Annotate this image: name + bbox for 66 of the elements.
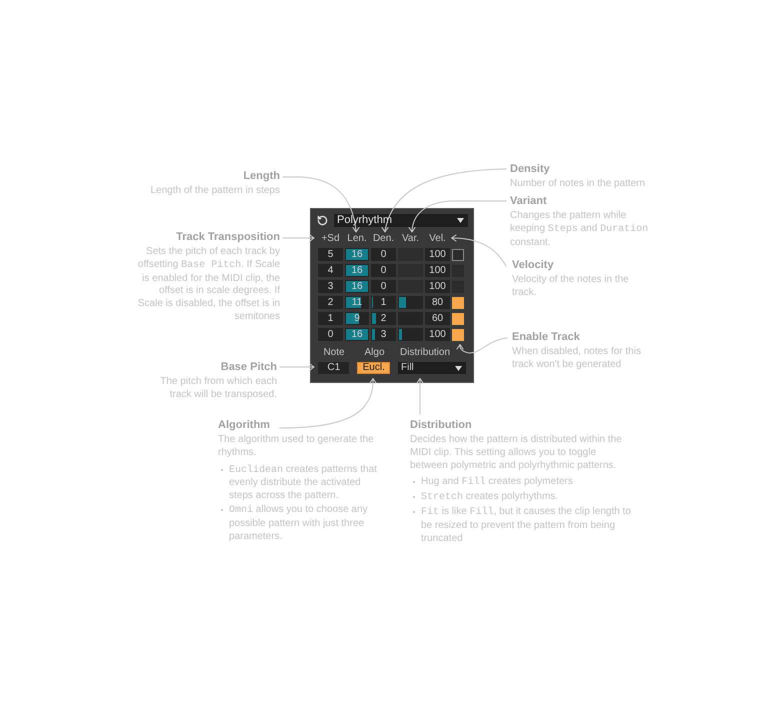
annotation-text: Changes the pattern while keeping Steps and Duration constant.	[510, 210, 650, 250]
annotation-text: Length of the pattern in steps	[150, 185, 280, 198]
density-field[interactable]: 0	[371, 264, 396, 277]
annotation-title: Length	[243, 170, 280, 183]
annotation-title: Distribution	[410, 419, 472, 432]
annotation-title: Density	[510, 163, 550, 176]
variant-field[interactable]	[398, 296, 423, 309]
density-field[interactable]: 3	[371, 328, 396, 341]
bullet-text: Hug and Fill creates polymeters	[421, 476, 574, 490]
annotation-text: When disabled, notes for this track won't be generated	[512, 346, 642, 372]
density-field[interactable]: 1	[371, 296, 396, 309]
transpose-field[interactable]: 2	[318, 296, 343, 309]
annotation-title: Track Transposition	[176, 231, 280, 244]
annotation-text: Velocity of the notes in the track.	[512, 274, 630, 300]
circular-arrow-icon[interactable]	[317, 215, 328, 226]
bullet-text: Omni allows you to choose any possible pattern with just three parameters.	[229, 504, 369, 544]
control-label: Distribution	[399, 348, 450, 358]
transpose-field[interactable]: 5	[318, 248, 343, 261]
velocity-field[interactable]: 100	[425, 248, 450, 261]
annotation-text: Sets the pitch of each track by offsetting Base Pitch. If Scale is enabled for the MIDI clip, the offset is in scale degrees. If Scale is disabled, the offset is in semitones	[136, 246, 280, 324]
enable-toggle[interactable]	[452, 328, 464, 340]
algorithm-toggle[interactable]: Eucl.	[357, 362, 390, 374]
enable-toggle[interactable]	[452, 312, 464, 324]
bullet-text: Fit is like Fill, but it causes the clip length to be resized to prevent the pattern from being truncated	[421, 506, 632, 546]
velocity-field[interactable]: 100	[425, 280, 450, 293]
leader-arrow	[456, 338, 508, 354]
velocity-field[interactable]: 100	[425, 264, 450, 277]
velocity-field[interactable]: 60	[425, 312, 450, 325]
leader-arrow	[280, 364, 314, 370]
density-field[interactable]: 0	[371, 280, 396, 293]
annotation-text: The pitch from which each track will be transposed.	[159, 376, 277, 402]
leader-arrow	[416, 378, 424, 414]
bullet-text: Euclidean creates patterns that evenly distribute the activated steps across the pattern.	[229, 464, 378, 503]
column-header: Den.	[372, 234, 396, 244]
annotation-title: Enable Track	[512, 331, 580, 344]
annotation-text: Decides how the pattern is distributed within the MIDI clip. This setting allows you to toggle between polymetric and polyrhythmic patterns.	[410, 434, 623, 472]
column-header: Len.	[346, 234, 368, 244]
leader-arrow	[282, 234, 314, 242]
transpose-field[interactable]: 1	[318, 312, 343, 325]
annotation-text: Number of notes in the pattern	[510, 178, 646, 191]
velocity-field[interactable]: 100	[425, 328, 450, 341]
column-header: Vel.	[428, 234, 447, 244]
annotation-text: The algorithm used to generate the rhythms.	[218, 434, 375, 460]
enable-toggle[interactable]	[452, 248, 464, 260]
transpose-field[interactable]: 3	[318, 280, 343, 293]
variant-field[interactable]	[398, 328, 423, 341]
base-pitch-field[interactable]: C1	[318, 362, 350, 374]
annotation-title: Algorithm	[218, 419, 270, 432]
bullet-text: Stretch creates polyrhythms.	[421, 491, 560, 505]
column-header: +Sd	[320, 234, 341, 244]
enable-toggle[interactable]	[452, 296, 464, 308]
annotation-title: Variant	[510, 195, 547, 208]
column-header: Var.	[400, 234, 420, 244]
caret-icon	[455, 366, 462, 370]
transpose-field[interactable]: 4	[318, 264, 343, 277]
control-label: Note	[322, 348, 346, 358]
control-label: Algo	[363, 348, 386, 358]
leader-arrow	[451, 234, 506, 266]
transpose-field[interactable]: 0	[318, 328, 343, 341]
density-field[interactable]: 2	[371, 312, 396, 325]
annotation-title: Velocity	[512, 259, 554, 272]
density-field[interactable]: 0	[371, 248, 396, 261]
distribution-dropdown[interactable]: Fill	[398, 362, 466, 374]
velocity-field[interactable]: 80	[425, 296, 450, 309]
caret-icon	[457, 218, 464, 223]
annotation-title: Base Pitch	[220, 361, 277, 374]
